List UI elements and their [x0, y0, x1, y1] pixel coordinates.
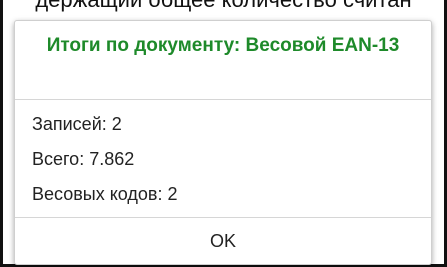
dialog-title: Итоги по документу: Весовой EAN-13	[46, 35, 400, 56]
title-divider	[15, 99, 431, 100]
summary-dialog: Итоги по документу: Весовой EAN-13 Запис…	[14, 20, 432, 265]
records-count: Записей: 2	[32, 114, 122, 134]
total-value: Всего: 7.862	[32, 149, 135, 169]
ok-button[interactable]: OK	[15, 218, 431, 264]
weight-codes-count: Весовых кодов: 2	[32, 184, 178, 204]
